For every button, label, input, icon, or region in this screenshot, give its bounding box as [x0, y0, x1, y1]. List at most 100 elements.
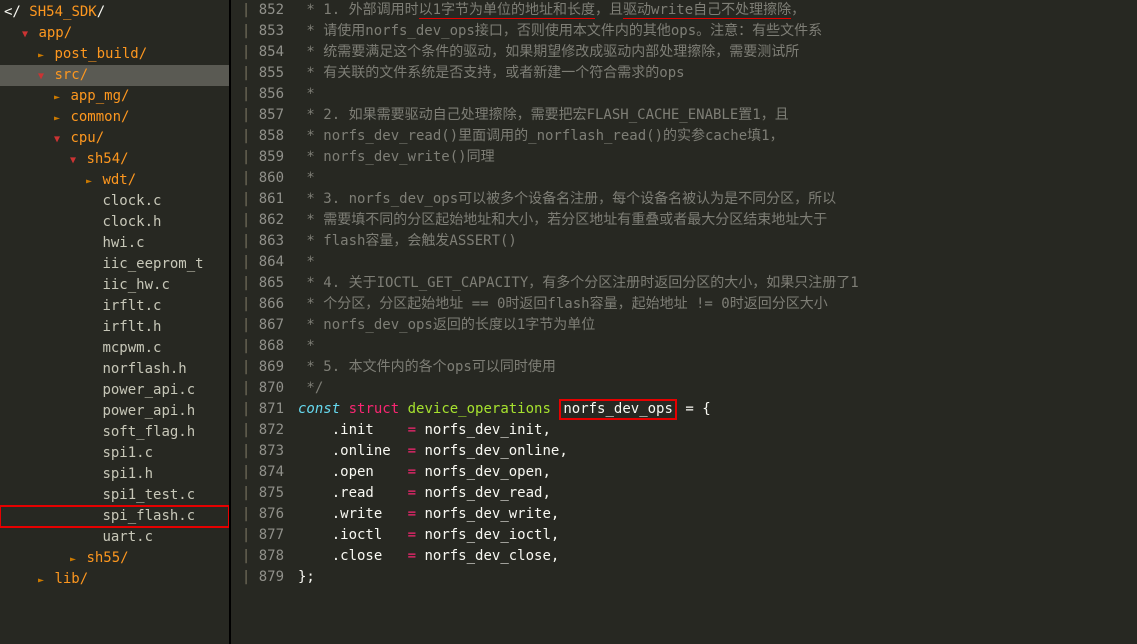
file-tree[interactable]: </ SH54_SDK/ ▼ app/► post_build/▼ src/► …	[0, 0, 229, 644]
closing-brace: };	[298, 569, 315, 585]
code-line[interactable]: * 3. norfs_dev_ops可以被多个设备名注册，每个设备名被认为是不同…	[290, 189, 1137, 210]
code-line[interactable]: *	[290, 168, 1137, 189]
tree-file[interactable]: irflt.h	[0, 317, 229, 338]
chevron-right-icon[interactable]: ►	[36, 45, 46, 65]
root-folder-label: SH54_SDK	[29, 4, 96, 20]
code-line[interactable]: .close = norfs_dev_close,	[290, 546, 1137, 567]
chevron-right-icon[interactable]: ►	[36, 570, 46, 590]
code-line[interactable]: * 需要填不同的分区起始地址和大小，若分区地址有重叠或者最大分区结束地址大于	[290, 210, 1137, 231]
comma: ,	[542, 485, 550, 501]
code-line[interactable]: .read = norfs_dev_read,	[290, 483, 1137, 504]
line-number: | 878	[231, 546, 290, 567]
code-line[interactable]: * norfs_dev_write()同理	[290, 147, 1137, 168]
tree-file[interactable]: iic_eeprom_t	[0, 254, 229, 275]
equals-op: =	[408, 443, 416, 459]
code-line[interactable]: * 4. 关于IOCTL_GET_CAPACITY，有多个分区注册时返回分区的大…	[290, 273, 1137, 294]
code-line[interactable]: .init = norfs_dev_init,	[290, 420, 1137, 441]
struct-member: .ioctl	[332, 527, 383, 543]
tree-file[interactable]: spi1_test.c	[0, 485, 229, 506]
tree-folder[interactable]: ▼ sh54/	[0, 149, 229, 170]
code-line[interactable]: *	[290, 84, 1137, 105]
tree-folder[interactable]: ► lib/	[0, 569, 229, 590]
line-number: | 865	[231, 273, 290, 294]
tree-file[interactable]: clock.c	[0, 191, 229, 212]
tree-file[interactable]: irflt.c	[0, 296, 229, 317]
tree-file[interactable]: iic_hw.c	[0, 275, 229, 296]
member-value: norfs_dev_close	[424, 548, 550, 564]
comment-text: * norfs_dev_read()里面调用的_norflash_read()的…	[298, 128, 784, 144]
comment-text: * 1. 外部调用时以1字节为单位的地址和长度，且驱动write自己不处理擦除，	[298, 2, 805, 19]
code-line[interactable]: * 1. 外部调用时以1字节为单位的地址和长度，且驱动write自己不处理擦除，	[290, 0, 1137, 21]
code-line[interactable]: */	[290, 378, 1137, 399]
code-line[interactable]: .write = norfs_dev_write,	[290, 504, 1137, 525]
equals-op: =	[408, 464, 416, 480]
chevron-down-icon[interactable]: ▼	[20, 24, 30, 44]
tree-file[interactable]: norflash.h	[0, 359, 229, 380]
code-line[interactable]: * norfs_dev_ops返回的长度以1字节为单位	[290, 315, 1137, 336]
line-number: | 857	[231, 105, 290, 126]
tree-file[interactable]: clock.h	[0, 212, 229, 233]
code-line[interactable]: * 请使用norfs_dev_ops接口，否则使用本文件内的其他ops。注意：有…	[290, 21, 1137, 42]
file-label: irflt.c	[102, 298, 161, 314]
file-label: clock.h	[102, 214, 161, 230]
tree-file[interactable]: mcpwm.c	[0, 338, 229, 359]
line-number: | 868	[231, 336, 290, 357]
chevron-down-icon[interactable]: ▼	[68, 150, 78, 170]
comment-text: *	[298, 170, 315, 186]
comma: ,	[551, 548, 559, 564]
code-line[interactable]: .ioctl = norfs_dev_ioctl,	[290, 525, 1137, 546]
tree-file[interactable]: soft_flag.h	[0, 422, 229, 443]
code-line[interactable]: * 2. 如果需要驱动自己处理擦除，需要把宏FLASH_CACHE_ENABLE…	[290, 105, 1137, 126]
code-line[interactable]: * flash容量，会触发ASSERT()	[290, 231, 1137, 252]
tree-folder[interactable]: ► app_mg/	[0, 86, 229, 107]
tree-folder[interactable]: ▼ src/	[0, 65, 229, 86]
code-line[interactable]: const struct device_operations norfs_dev…	[290, 399, 1137, 420]
chevron-right-icon[interactable]: ►	[84, 171, 94, 191]
tree-root[interactable]: </ SH54_SDK/	[0, 2, 229, 23]
tree-file[interactable]: uart.c	[0, 527, 229, 548]
tree-file[interactable]: power_api.c	[0, 380, 229, 401]
tree-folder[interactable]: ► common/	[0, 107, 229, 128]
code-line[interactable]: };	[290, 567, 1137, 588]
member-value: norfs_dev_ioctl	[424, 527, 550, 543]
tree-folder[interactable]: ► sh55/	[0, 548, 229, 569]
line-number: | 860	[231, 168, 290, 189]
code-line[interactable]: .online = norfs_dev_online,	[290, 441, 1137, 462]
code-line[interactable]: * 个分区，分区起始地址 == 0时返回flash容量，起始地址 != 0时返回…	[290, 294, 1137, 315]
code-editor[interactable]: * 1. 外部调用时以1字节为单位的地址和长度，且驱动write自己不处理擦除，…	[290, 0, 1137, 644]
line-number: | 853	[231, 21, 290, 42]
punct: = {	[677, 401, 711, 417]
tree-folder[interactable]: ▼ cpu/	[0, 128, 229, 149]
code-line[interactable]: *	[290, 336, 1137, 357]
tree-folder[interactable]: ► post_build/	[0, 44, 229, 65]
chevron-right-icon[interactable]: ►	[68, 549, 78, 569]
tree-file[interactable]: spi1.c	[0, 443, 229, 464]
code-line[interactable]: * norfs_dev_read()里面调用的_norflash_read()的…	[290, 126, 1137, 147]
line-number: | 858	[231, 126, 290, 147]
tree-file[interactable]: power_api.h	[0, 401, 229, 422]
tree-file[interactable]: hwi.c	[0, 233, 229, 254]
type-name: device_operations	[408, 401, 551, 417]
tree-file[interactable]: spi_flash.c	[0, 506, 229, 527]
chevron-down-icon[interactable]: ▼	[36, 66, 46, 86]
line-number: | 859	[231, 147, 290, 168]
chevron-down-icon[interactable]: ▼	[52, 129, 62, 149]
tree-folder[interactable]: ► wdt/	[0, 170, 229, 191]
file-label: spi1.c	[102, 445, 153, 461]
line-number: | 879	[231, 567, 290, 588]
folder-label: wdt/	[102, 172, 136, 188]
file-label: norflash.h	[102, 361, 186, 377]
file-label: power_api.h	[102, 403, 195, 419]
code-line[interactable]: * 5. 本文件内的各个ops可以同时使用	[290, 357, 1137, 378]
tree-folder[interactable]: ▼ app/	[0, 23, 229, 44]
chevron-right-icon[interactable]: ►	[52, 108, 62, 128]
file-label: uart.c	[102, 529, 153, 545]
code-line[interactable]: * 统需要满足这个条件的驱动，如果期望修改成驱动内部处理擦除，需要测试所	[290, 42, 1137, 63]
chevron-right-icon[interactable]: ►	[52, 87, 62, 107]
code-line[interactable]: *	[290, 252, 1137, 273]
folder-label: sh54/	[86, 151, 128, 167]
tree-file[interactable]: spi1.h	[0, 464, 229, 485]
code-line[interactable]: .open = norfs_dev_open,	[290, 462, 1137, 483]
code-line[interactable]: * 有关联的文件系统是否支持，或者新建一个符合需求的ops	[290, 63, 1137, 84]
comma: ,	[542, 464, 550, 480]
